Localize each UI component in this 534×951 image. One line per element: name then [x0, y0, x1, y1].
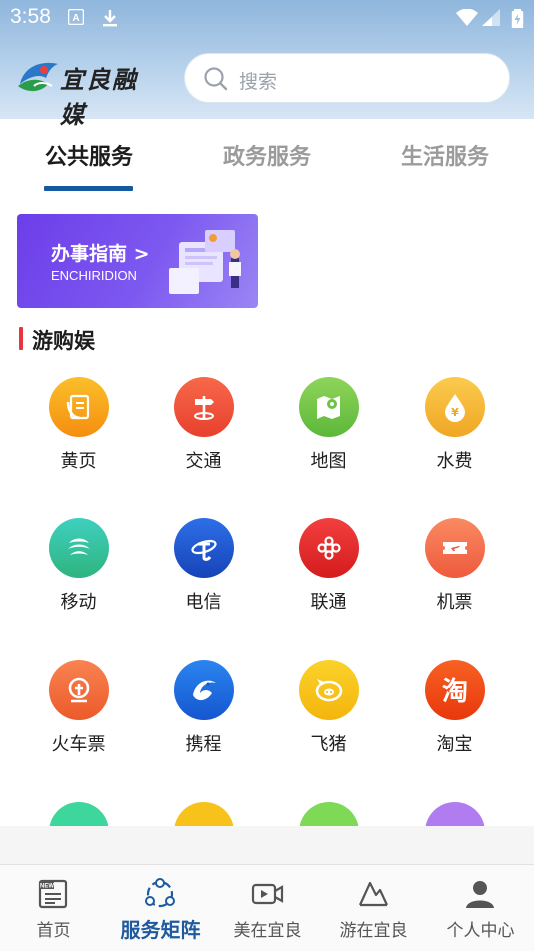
nav-label: 个人中心	[446, 921, 515, 941]
ctrip-dolphin-icon	[174, 660, 234, 720]
section-title: 游购娱	[32, 329, 95, 353]
service-taobao[interactable]: 淘 淘宝	[392, 660, 517, 770]
nav-service-matrix[interactable]: 服务矩阵	[107, 865, 214, 951]
service-label: 携程	[185, 734, 222, 755]
service-label: 火车票	[51, 734, 106, 755]
video-icon	[250, 877, 284, 915]
news-icon: NEW	[36, 877, 70, 915]
guide-banner[interactable]: 办事指南 > ENCHIRIDION	[17, 214, 258, 308]
font-notification-icon: A	[67, 8, 85, 29]
service-label: 淘宝	[436, 734, 473, 755]
banner-illustration-icon	[169, 230, 241, 294]
china-unicom-icon	[299, 518, 359, 578]
nav-beautiful-yiliang[interactable]: 美在宜良	[214, 865, 321, 951]
logo-emblem-icon	[18, 62, 58, 92]
service-ctrip[interactable]: 携程	[141, 660, 266, 770]
air-ticket-icon	[425, 518, 485, 578]
china-mobile-icon	[49, 518, 109, 578]
nav-label: 首页	[36, 921, 71, 941]
service-china-telecom[interactable]: 电信	[141, 518, 266, 628]
bottom-navigation: NEW 首页 服务矩阵 美在宜良 游在宜良 个人中心	[0, 864, 534, 951]
water-drop-icon: ¥	[425, 377, 485, 437]
banner-title: 办事指南 >	[51, 243, 150, 265]
tab-government-service[interactable]: 政务服务	[223, 139, 311, 171]
search-bar[interactable]: 搜索	[184, 53, 510, 103]
service-water-fee[interactable]: ¥ 水费	[392, 377, 517, 487]
train-ticket-icon	[49, 660, 109, 720]
svg-text:NEW: NEW	[40, 884, 54, 890]
banner-subtitle: ENCHIRIDION	[51, 268, 137, 283]
fliggy-pig-icon	[299, 660, 359, 720]
nav-label: 服务矩阵	[120, 918, 201, 942]
service-china-unicom[interactable]: 联通	[266, 518, 391, 628]
taobao-icon: 淘	[425, 660, 485, 720]
service-yellow-pages[interactable]: 黄页	[16, 377, 141, 487]
service-train-ticket[interactable]: 火车票	[16, 660, 141, 770]
person-icon	[463, 877, 497, 915]
china-telecom-icon	[174, 518, 234, 578]
service-china-mobile[interactable]: 移动	[16, 518, 141, 628]
partial-service-icon[interactable]	[425, 802, 485, 826]
service-label: 水费	[436, 451, 473, 472]
signpost-icon	[174, 377, 234, 437]
battery-icon	[511, 9, 524, 33]
svg-text:淘: 淘	[442, 677, 468, 705]
app-logo[interactable]: 宜良融媒	[16, 56, 162, 129]
partial-service-icon[interactable]	[174, 802, 234, 826]
map-icon	[299, 377, 359, 437]
nav-home[interactable]: NEW 首页	[0, 865, 107, 951]
tab-life-service[interactable]: 生活服务	[401, 139, 489, 171]
status-time: 3:58	[10, 5, 51, 28]
section-marker	[19, 327, 23, 350]
service-label: 移动	[60, 592, 97, 613]
service-matrix-icon	[143, 877, 177, 915]
service-label: 联通	[310, 592, 347, 613]
download-icon	[101, 9, 119, 31]
service-label: 飞猪	[310, 734, 347, 755]
service-label: 电信	[185, 592, 222, 613]
service-row-partial	[0, 800, 534, 826]
service-tabs: 公共服务 政务服务 生活服务	[0, 119, 534, 195]
nav-personal-center[interactable]: 个人中心	[427, 865, 534, 951]
search-placeholder: 搜索	[239, 71, 278, 93]
service-label: 地图	[310, 451, 347, 472]
wifi-icon	[456, 8, 478, 30]
service-label: 黄页	[60, 451, 97, 472]
nav-tour-yiliang[interactable]: 游在宜良	[320, 865, 427, 951]
nav-label: 游在宜良	[339, 921, 408, 941]
phone-book-icon	[49, 377, 109, 437]
svg-text:¥: ¥	[451, 406, 459, 419]
nav-label: 美在宜良	[233, 921, 302, 941]
svg-text:A: A	[72, 13, 79, 24]
signal-icon	[482, 9, 500, 30]
mountain-icon	[356, 877, 390, 915]
service-traffic[interactable]: 交通	[141, 377, 266, 487]
search-icon	[203, 66, 229, 96]
status-bar: 3:58 A	[0, 0, 534, 34]
partial-service-icon[interactable]	[299, 802, 359, 826]
content-footer-strip	[0, 826, 534, 864]
active-tab-indicator	[44, 186, 133, 191]
service-label: 交通	[185, 451, 222, 472]
service-label: 机票	[436, 592, 473, 613]
service-air-ticket[interactable]: 机票	[392, 518, 517, 628]
service-fliggy[interactable]: 飞猪	[266, 660, 391, 770]
tab-public-service[interactable]: 公共服务	[45, 139, 133, 171]
service-map[interactable]: 地图	[266, 377, 391, 487]
partial-service-icon[interactable]	[49, 802, 109, 826]
